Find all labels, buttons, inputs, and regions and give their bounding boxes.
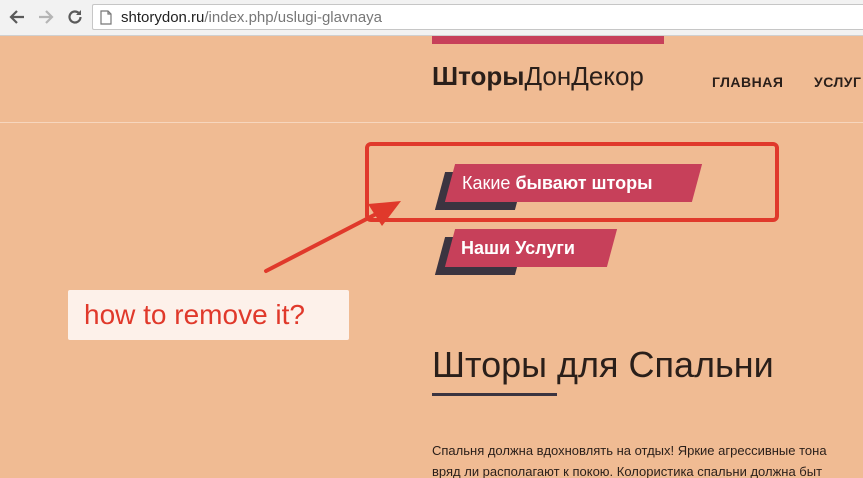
annotation-arrow-icon	[264, 201, 401, 273]
url-host: shtorydon.ru	[121, 9, 205, 26]
browser-toolbar: shtorydon.ru/index.php/uslugi-glavnaya	[0, 0, 863, 36]
url-path: /index.php/uslugi-glavnaya	[204, 9, 383, 26]
reload-icon[interactable]	[64, 6, 86, 28]
address-bar[interactable]: shtorydon.ru/index.php/uslugi-glavnaya	[92, 4, 863, 30]
paragraph-line: вряд ли располагают к покою. Колористика…	[432, 464, 823, 478]
back-arrow-icon[interactable]	[6, 6, 28, 28]
url-text: shtorydon.ru/index.php/uslugi-glavnaya	[121, 9, 382, 26]
annotation-callout-text: how to remove it?	[84, 299, 305, 330]
forward-arrow-icon[interactable]	[35, 6, 57, 28]
annotation-callout: how to remove it?	[68, 290, 349, 340]
page-icon	[100, 10, 112, 30]
paragraph-line: Спальня должна вдохновлять на отдых! Ярк…	[432, 443, 827, 458]
page-title: Шторы для Спальни	[432, 344, 774, 385]
web-page: ШторыДонДекор ГЛАВНАЯ УСЛУГ Какие бывают…	[0, 36, 863, 478]
title-underline	[432, 393, 557, 396]
